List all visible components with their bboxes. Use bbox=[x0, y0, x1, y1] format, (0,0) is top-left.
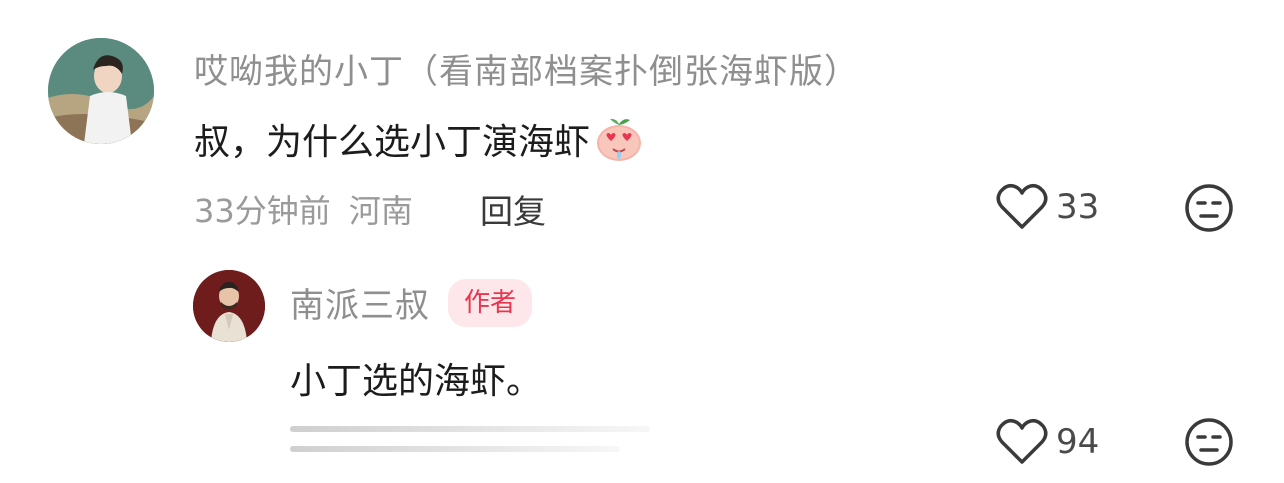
reply-button[interactable]: 回复 bbox=[480, 185, 546, 233]
author-badge: 作者 bbox=[448, 278, 533, 327]
neutral-face-icon bbox=[1184, 417, 1234, 467]
reply-username[interactable]: 南派三叔 bbox=[290, 278, 430, 327]
avatar[interactable] bbox=[48, 38, 154, 144]
heart-icon bbox=[996, 183, 1048, 231]
comment-text: 叔，为什么选小丁演海虾 bbox=[194, 122, 591, 163]
reply-like-count: 94 bbox=[1056, 422, 1100, 462]
comment-meta: 33分钟前 河南 bbox=[194, 186, 413, 232]
like-count: 33 bbox=[1056, 187, 1100, 227]
heart-eyes-peach-emoji-icon bbox=[594, 114, 644, 164]
comment-body: 叔，为什么选小丁演海虾 bbox=[194, 113, 644, 165]
neutral-face-icon bbox=[1184, 183, 1234, 233]
reply-like-button[interactable]: 94 bbox=[996, 418, 1099, 466]
like-button[interactable]: 33 bbox=[996, 183, 1099, 231]
comment-username[interactable]: 哎呦我的小丁（看南部档案扑倒张海虾版） bbox=[194, 44, 859, 93]
user-avatar-image bbox=[48, 38, 154, 144]
author-avatar[interactable] bbox=[193, 270, 265, 342]
reply-header: 南派三叔 作者 bbox=[290, 278, 533, 327]
comment-location: 河南 bbox=[348, 192, 413, 230]
placeholder-line bbox=[290, 426, 650, 432]
comment-time: 33分钟前 bbox=[194, 192, 331, 230]
reply-text: 小丁选的海虾。 bbox=[290, 361, 543, 402]
reply-placeholder bbox=[290, 426, 660, 452]
author-avatar-image bbox=[193, 270, 265, 342]
reply-dislike-button[interactable] bbox=[1184, 417, 1234, 471]
dislike-button[interactable] bbox=[1184, 183, 1234, 237]
placeholder-line bbox=[290, 446, 620, 452]
heart-icon bbox=[996, 418, 1048, 466]
